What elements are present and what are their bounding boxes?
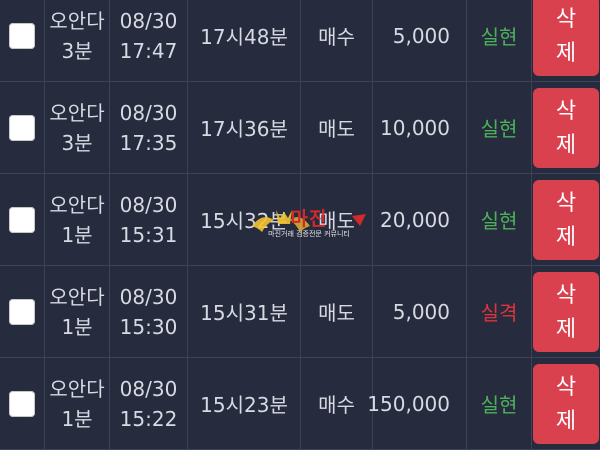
delete-label-1: 삭	[555, 373, 577, 399]
game-cell: 오안다 3분	[45, 82, 110, 173]
trade-date: 08/30	[119, 284, 178, 309]
datetime-cell: 08/30 15:22	[110, 358, 188, 449]
amount-cell: 10,000	[373, 82, 467, 173]
table-row: 오안다 1분 08/30 15:30 15시31분 매도 5,000 실격 삭 …	[0, 266, 600, 358]
trade-date: 08/30	[119, 100, 178, 125]
delete-label-2: 제	[555, 407, 577, 433]
delete-label-2: 제	[555, 39, 577, 65]
game-cell: 오안다 1분	[45, 358, 110, 449]
amount-cell: 150,000	[367, 358, 467, 449]
row-checkbox[interactable]	[9, 390, 35, 417]
delete-label-1: 삭	[555, 189, 577, 215]
trade-type-cell: 매수	[301, 0, 373, 81]
trade-type-cell: 매도	[301, 82, 373, 173]
result-cell: 실현	[467, 0, 532, 81]
round-cell: 15시32분	[188, 174, 301, 265]
datetime-cell: 08/30 15:30	[110, 266, 188, 357]
trade-type-cell: 매도	[301, 266, 373, 357]
game-cell: 오안다 3분	[45, 0, 110, 81]
game-name: 오안다	[49, 8, 105, 33]
trade-date: 08/30	[119, 192, 178, 217]
amount-cell: 20,000	[373, 174, 467, 265]
datetime-cell: 08/30 17:35	[110, 82, 188, 173]
round-cell: 17시48분	[188, 0, 301, 81]
round-cell: 17시36분	[188, 82, 301, 173]
delete-label-2: 제	[555, 315, 577, 341]
round-cell: 15시31분	[188, 266, 301, 357]
delete-label-1: 삭	[555, 97, 577, 123]
result-cell: 실격	[467, 266, 532, 357]
trade-time: 15:31	[119, 222, 178, 247]
game-interval: 1분	[61, 222, 93, 247]
result-cell: 실현	[467, 82, 532, 173]
table-row: 오안다 1분 08/30 15:31 15시32분 매도 20,000 실현 삭…	[0, 174, 600, 266]
trade-type-cell: 매도	[301, 174, 373, 265]
game-name: 오안다	[49, 284, 105, 309]
table-row: 오안다 3분 08/30 17:47 17시48분 매수 5,000 실현 삭 …	[0, 0, 600, 82]
game-interval: 1분	[61, 406, 93, 431]
trade-time: 17:35	[119, 130, 178, 155]
datetime-cell: 08/30 17:47	[110, 0, 188, 81]
delete-label-1: 삭	[555, 281, 577, 307]
game-interval: 3분	[61, 130, 93, 155]
delete-button[interactable]: 삭 제	[533, 363, 599, 444]
result-cell: 실현	[467, 174, 532, 265]
row-checkbox[interactable]	[9, 22, 35, 49]
delete-button[interactable]: 삭 제	[533, 271, 599, 352]
datetime-cell: 08/30 15:31	[110, 174, 188, 265]
game-interval: 3분	[61, 38, 93, 63]
game-name: 오안다	[49, 376, 105, 401]
delete-button[interactable]: 삭 제	[533, 0, 599, 76]
row-checkbox[interactable]	[9, 114, 35, 141]
amount-cell: 5,000	[373, 266, 467, 357]
trade-time: 15:30	[119, 314, 178, 339]
delete-label-2: 제	[555, 131, 577, 157]
game-interval: 1분	[61, 314, 93, 339]
game-name: 오안다	[49, 100, 105, 125]
trade-history-table: 오안다 3분 08/30 17:47 17시48분 매수 5,000 실현 삭 …	[0, 0, 600, 450]
game-cell: 오안다 1분	[45, 174, 110, 265]
game-cell: 오안다 1분	[45, 266, 110, 357]
trade-type-cell: 매수	[301, 358, 373, 449]
delete-button[interactable]: 삭 제	[533, 87, 599, 168]
trade-time: 15:22	[119, 406, 178, 431]
delete-label-1: 삭	[555, 5, 577, 31]
row-checkbox[interactable]	[9, 298, 35, 325]
table-row: 오안다 1분 08/30 15:22 15시23분 매수 150,000 실현 …	[0, 358, 600, 450]
delete-button[interactable]: 삭 제	[533, 179, 599, 260]
row-checkbox[interactable]	[9, 206, 35, 233]
trade-time: 17:47	[119, 38, 178, 63]
game-name: 오안다	[49, 192, 105, 217]
result-cell: 실현	[467, 358, 532, 449]
table-row: 오안다 3분 08/30 17:35 17시36분 매도 10,000 실현 삭…	[0, 82, 600, 174]
trade-date: 08/30	[119, 8, 178, 33]
delete-label-2: 제	[555, 223, 577, 249]
round-cell: 15시23분	[188, 358, 301, 449]
amount-cell: 5,000	[373, 0, 467, 81]
trade-date: 08/30	[119, 376, 178, 401]
